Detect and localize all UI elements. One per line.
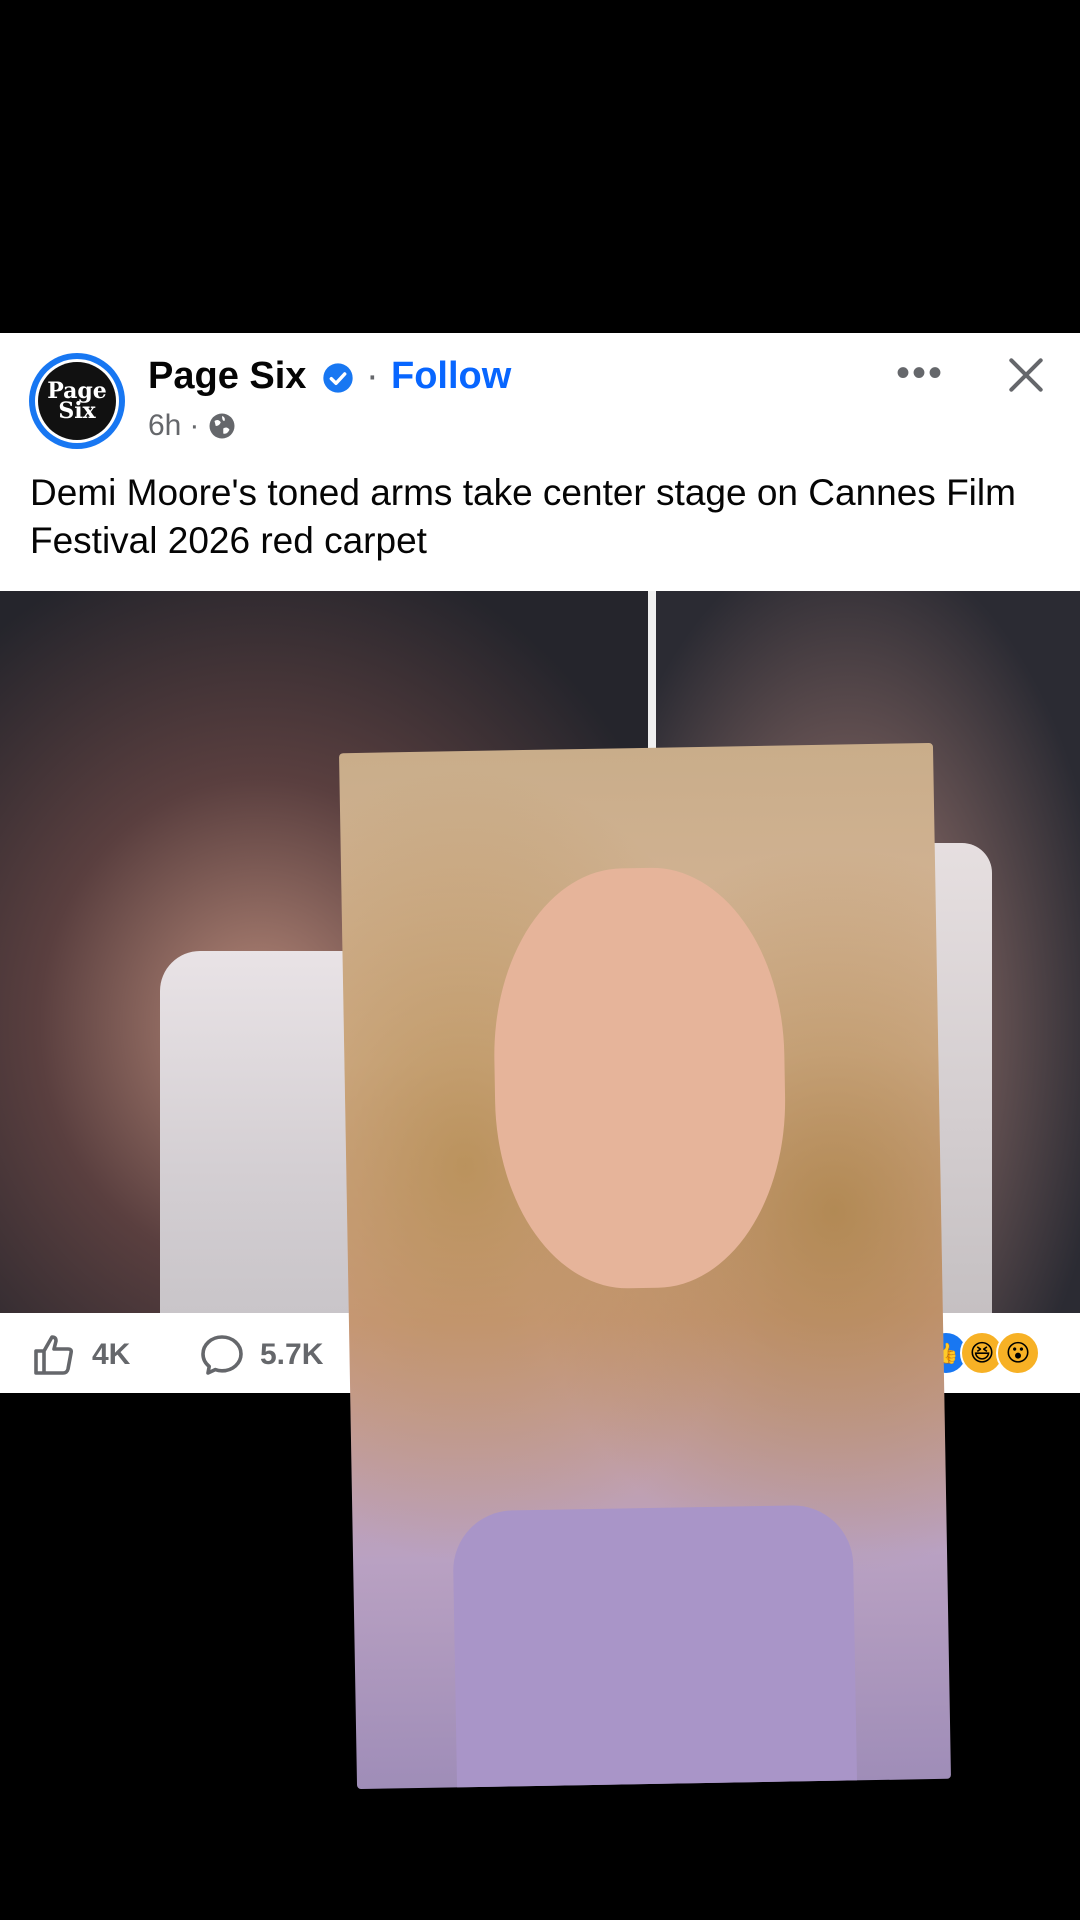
overlay-shirt <box>452 1504 858 1790</box>
avatar-logo-line2: Six <box>58 398 96 424</box>
comment-icon <box>201 1335 243 1375</box>
comment-button[interactable]: 5.7K <box>198 1331 323 1379</box>
meta-separator: · <box>189 409 200 442</box>
comment-count: 5.7K <box>260 1338 324 1371</box>
post-caption: Demi Moore's toned arms take center stag… <box>30 472 1016 561</box>
post-meta: 6h · <box>148 409 237 443</box>
page-name[interactable]: Page Six <box>148 355 306 398</box>
overlay-face <box>491 865 789 1291</box>
globe-icon <box>209 413 235 439</box>
post-time: 6h <box>148 409 182 442</box>
avatar-logo: Page Six <box>38 362 116 440</box>
reaction-summary[interactable]: 👍 😆 😮 <box>924 1331 1040 1375</box>
like-button[interactable]: 4K <box>30 1331 130 1379</box>
follow-separator: · <box>366 355 379 397</box>
like-count: 4K <box>92 1338 131 1371</box>
verified-badge-icon <box>323 363 353 393</box>
avatar-ring: Page Six <box>35 359 119 443</box>
wow-reaction-icon: 😮 <box>996 1331 1040 1375</box>
thumbs-up-icon <box>34 1335 73 1375</box>
close-icon[interactable] <box>1004 353 1048 397</box>
more-options-icon[interactable]: ••• <box>896 353 944 393</box>
page-avatar[interactable]: Page Six <box>29 353 125 449</box>
green-screen-video-overlay <box>339 742 951 1790</box>
follow-button[interactable]: Follow <box>391 355 511 398</box>
